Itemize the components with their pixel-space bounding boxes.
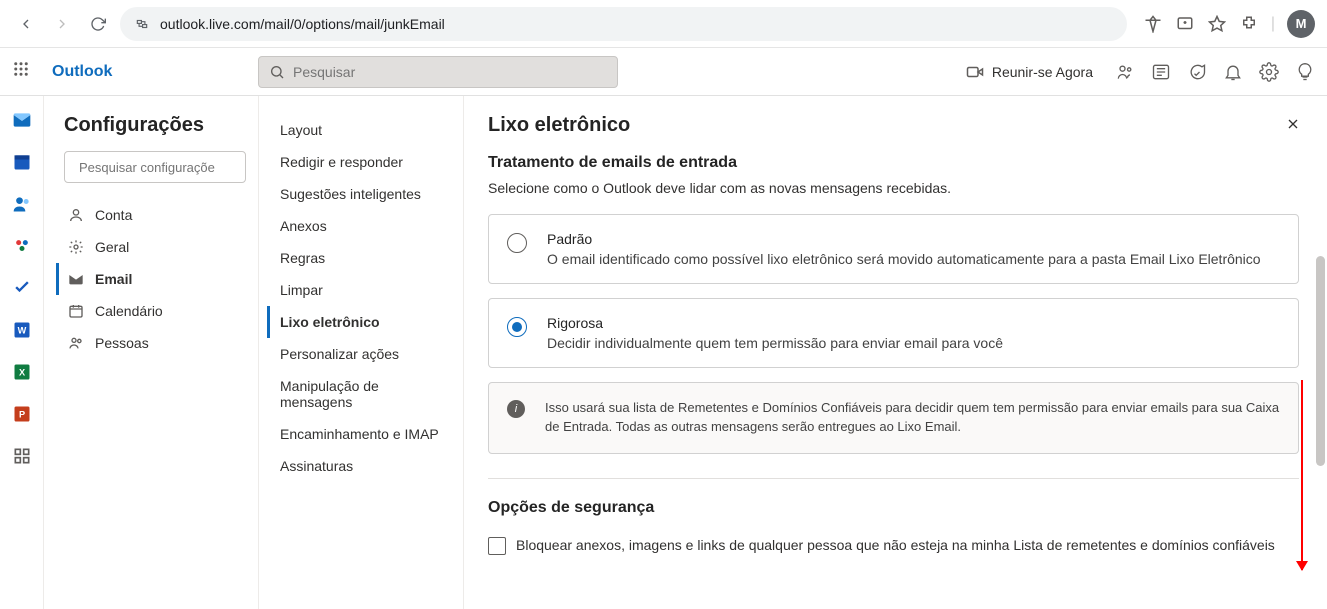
svg-text:P: P [18,409,24,419]
annotation-arrow [1301,380,1303,570]
rail-todo-icon[interactable] [8,274,36,302]
forward-button[interactable] [48,10,76,38]
subnav-layout[interactable]: Layout [267,114,455,146]
browser-action-icons: | M [1143,10,1315,38]
subnav-anexos[interactable]: Anexos [267,210,455,242]
gear-icon [67,238,85,256]
settings-content: Lixo eletrônico Tratamento de emails de … [464,96,1327,609]
checkbox-block-attachments[interactable] [488,537,506,555]
checkbox-label: Bloquear anexos, imagens e links de qual… [516,537,1275,553]
gear-icon[interactable] [1259,62,1279,82]
security-checkbox-row[interactable]: Bloquear anexos, imagens e links de qual… [488,537,1299,555]
subnav-limpar[interactable]: Limpar [267,274,455,306]
page-title: Lixo eletrônico [488,114,1299,137]
teams-icon[interactable] [1115,62,1135,82]
info-callout: i Isso usará sua lista de Remetentes e D… [488,382,1299,454]
divider [488,478,1299,479]
subnav-regras[interactable]: Regras [267,242,455,274]
subnav-redigir[interactable]: Redigir e responder [267,146,455,178]
section1-heading: Tratamento de emails de entrada [488,154,1299,172]
calendar-icon [67,302,85,320]
settings-categories-column: Configurações Conta Geral Email Calendár… [44,96,259,609]
rail-excel-icon[interactable]: X [8,358,36,386]
content-scroll-region[interactable]: Tratamento de emails de entrada Selecion… [488,154,1315,609]
rail-apps-icon[interactable] [8,442,36,470]
settings-search[interactable] [64,151,246,183]
brand-label[interactable]: Outlook [52,63,242,81]
section2-heading: Opções de segurança [488,499,1299,517]
left-rail: W X P [0,96,44,609]
rail-mail-icon[interactable] [8,106,36,134]
category-calendario[interactable]: Calendário [56,295,246,327]
scrollbar-thumb[interactable] [1316,256,1325,466]
settings-dialog: Configurações Conta Geral Email Calendár… [44,96,1327,609]
radio-padrao[interactable] [507,233,527,253]
settings-subnav-column: Layout Redigir e responder Sugestões int… [259,96,464,609]
subnav-personalizar[interactable]: Personalizar ações [267,338,455,370]
profile-avatar[interactable]: M [1287,10,1315,38]
extensions-icon[interactable] [1239,14,1259,34]
rail-groups-icon[interactable] [8,232,36,260]
bell-icon[interactable] [1223,62,1243,82]
close-icon [1285,116,1301,132]
url-text: outlook.live.com/mail/0/options/mail/jun… [160,16,445,32]
rail-word-icon[interactable]: W [8,316,36,344]
mail-icon [67,270,85,288]
lightbulb-icon[interactable] [1295,62,1315,82]
outlook-header: Outlook Reunir-se Agora [0,48,1327,96]
rail-people-icon[interactable] [8,190,36,218]
option-padrao-desc: O email identificado como possível lixo … [547,251,1261,267]
star-icon[interactable] [1207,14,1227,34]
category-email[interactable]: Email [56,263,246,295]
category-pessoas[interactable]: Pessoas [56,327,246,359]
option-padrao-title: Padrão [547,231,1261,247]
svg-text:X: X [18,367,25,377]
person-icon [67,206,85,224]
back-button[interactable] [12,10,40,38]
info-icon: i [507,400,525,418]
option-padrao[interactable]: Padrão O email identificado como possíve… [488,214,1299,284]
meet-now-button[interactable]: Reunir-se Agora [960,59,1099,85]
subnav-manipulacao[interactable]: Manipulação de mensagens [267,370,455,418]
category-geral[interactable]: Geral [56,231,246,263]
rail-calendar-icon[interactable] [8,148,36,176]
subnav-sugestoes[interactable]: Sugestões inteligentes [267,178,455,210]
chat-icon[interactable] [1187,62,1207,82]
svg-text:W: W [17,325,26,335]
news-icon[interactable] [1151,62,1171,82]
search-box[interactable] [258,56,618,88]
search-icon [269,64,285,80]
app-launcher-icon[interactable] [12,60,36,84]
close-button[interactable] [1279,110,1307,138]
search-input[interactable] [293,64,607,80]
info-text: Isso usará sua lista de Remetentes e Dom… [545,399,1280,437]
subnav-assinaturas[interactable]: Assinaturas [267,450,455,482]
diamond-icon[interactable] [1143,14,1163,34]
subnav-encaminhamento[interactable]: Encaminhamento e IMAP [267,418,455,450]
address-bar[interactable]: outlook.live.com/mail/0/options/mail/jun… [120,7,1127,41]
reload-button[interactable] [84,10,112,38]
people-icon [67,334,85,352]
option-rigorosa-title: Rigorosa [547,315,1003,331]
rail-powerpoint-icon[interactable]: P [8,400,36,428]
settings-search-input[interactable] [79,160,255,175]
browser-toolbar: outlook.live.com/mail/0/options/mail/jun… [0,0,1327,48]
section1-desc: Selecione como o Outlook deve lidar com … [488,180,1299,196]
subnav-lixo-eletronico[interactable]: Lixo eletrônico [267,306,455,338]
settings-title: Configurações [64,114,246,137]
install-icon[interactable] [1175,14,1195,34]
category-conta[interactable]: Conta [56,199,246,231]
option-rigorosa-desc: Decidir individualmente quem tem permiss… [547,335,1003,351]
site-info-icon[interactable] [134,16,150,32]
option-rigorosa[interactable]: Rigorosa Decidir individualmente quem te… [488,298,1299,368]
video-icon [966,63,984,81]
radio-rigorosa[interactable] [507,317,527,337]
